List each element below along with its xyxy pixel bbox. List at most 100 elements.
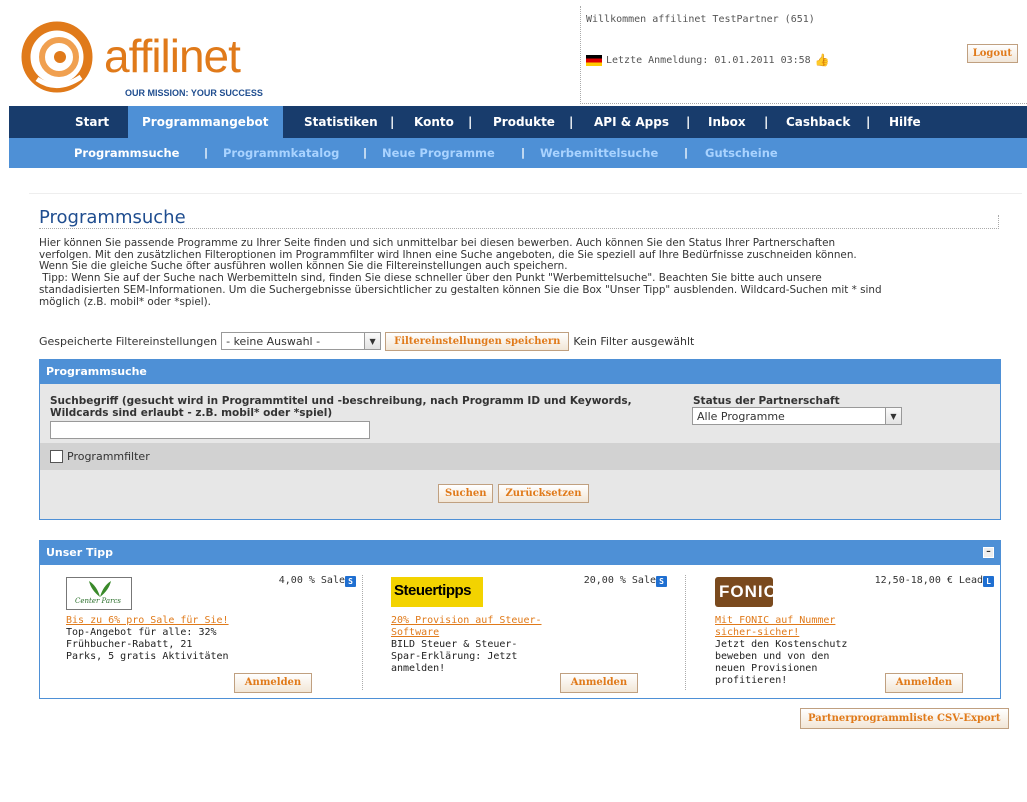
steuertipps-logo-text: Steuertipps bbox=[394, 582, 472, 599]
tip-card: Center Parcs 4,00 % Sale S Bis zu 6% pro … bbox=[66, 575, 356, 693]
tip-link[interactable]: Bis zu 6% pro Sale für Sie! bbox=[66, 615, 229, 627]
tips-panel-header: Unser Tipp – bbox=[40, 541, 1000, 565]
search-button[interactable]: Suchen bbox=[438, 484, 494, 503]
search-term-input[interactable] bbox=[50, 421, 370, 439]
tip-desc-line: BILD Steuer & Steuer- bbox=[391, 639, 518, 650]
tip-price-text: 12,50-18,00 € Lead bbox=[874, 575, 983, 586]
filter-status-text: Kein Filter ausgewählt bbox=[573, 334, 695, 348]
tip-link-line[interactable]: 20% Provision auf Steuer- bbox=[391, 615, 542, 627]
subnav-separator: | bbox=[684, 146, 689, 159]
anmelden-button[interactable]: Anmelden bbox=[234, 673, 312, 693]
nav-separator: | bbox=[686, 115, 691, 129]
lead-badge-icon: L bbox=[983, 576, 994, 587]
program-filter-checkbox[interactable] bbox=[50, 450, 63, 463]
nav-programmangebot[interactable]: Programmangebot bbox=[128, 106, 283, 138]
search-term-label-line: Suchbegriff (gesucht wird in Programmtit… bbox=[50, 395, 632, 407]
subnav-gutscheine[interactable]: Gutscheine bbox=[705, 138, 778, 168]
nav-cashback[interactable]: Cashback bbox=[786, 106, 850, 138]
leaf-icon bbox=[89, 581, 111, 597]
csv-export-button[interactable]: Partnerprogrammliste CSV-Export bbox=[800, 708, 1009, 729]
nav-separator: | bbox=[866, 115, 871, 129]
tip-link-line[interactable]: Software bbox=[391, 627, 542, 639]
nav-produkte[interactable]: Produkte bbox=[493, 106, 555, 138]
center-parcs-logo-text: Center Parcs bbox=[75, 597, 121, 605]
subnav-werbemittelsuche[interactable]: Werbemittelsuche bbox=[540, 138, 658, 168]
anmelden-button[interactable]: Anmelden bbox=[885, 673, 963, 693]
partnership-status-select[interactable]: Alle Programme ▼ bbox=[692, 407, 902, 425]
tip-card: Steuertipps 20,00 % Sale S 20% Provision … bbox=[391, 575, 667, 693]
tips-panel: Unser Tipp – Center Parcs 4,00 % Sale S B… bbox=[39, 540, 1001, 699]
subnav-separator: | bbox=[363, 146, 368, 159]
main-navigation: Start Programmangebot Statistiken | Kont… bbox=[9, 106, 1027, 138]
nav-hilfe[interactable]: Hilfe bbox=[889, 106, 921, 138]
tip-price: 12,50-18,00 € Lead L bbox=[875, 575, 994, 587]
tip-link[interactable]: 20% Provision auf Steuer- Software bbox=[391, 615, 542, 639]
tip-price: 4,00 % Sale S bbox=[279, 575, 356, 587]
program-filter-strip: Programmfilter bbox=[40, 443, 1000, 470]
page-title-row: Programmsuche bbox=[39, 207, 999, 229]
tip-description: Jetzt den Kostenschutz beweben und von d… bbox=[715, 639, 847, 687]
main-content: Programmsuche Hier können Sie passende P… bbox=[29, 193, 1022, 802]
intro-line: möglich (z.B. mobil* oder *spiel). bbox=[39, 295, 211, 308]
logout-button[interactable]: Logout bbox=[966, 44, 1018, 63]
tip-link-line[interactable]: Bis zu 6% pro Sale für Sie! bbox=[66, 615, 229, 627]
center-parcs-logo[interactable]: Center Parcs bbox=[66, 577, 132, 610]
partnership-status-value: Alle Programme bbox=[697, 409, 785, 423]
search-actions: Suchen Zurücksetzen bbox=[438, 484, 589, 503]
subnav-separator: | bbox=[521, 146, 526, 159]
tip-desc-line: profitieren! bbox=[715, 675, 788, 686]
logo-tagline: OUR MISSION: YOUR SUCCESS bbox=[125, 88, 263, 98]
subnav-separator: | bbox=[204, 146, 209, 159]
affilinet-logo[interactable]: affilinet OUR MISSION: YOUR SUCCESS bbox=[19, 21, 279, 98]
sub-navigation: Programmsuche | Programmkatalog | Neue P… bbox=[9, 138, 1027, 168]
partnership-status-label: Status der Partnerschaft bbox=[693, 395, 840, 407]
minus-box-icon[interactable]: – bbox=[983, 547, 994, 558]
saved-filters-select[interactable]: - keine Auswahl - ▼ bbox=[221, 332, 382, 350]
tip-link-line[interactable]: sicher-sicher! bbox=[715, 627, 835, 639]
tip-price-text: 4,00 % Sale bbox=[278, 575, 345, 586]
chevron-down-icon[interactable]: ▼ bbox=[885, 408, 901, 424]
nav-start[interactable]: Start bbox=[75, 106, 109, 138]
tips-panel-title: Unser Tipp bbox=[46, 546, 114, 559]
nav-statistiken[interactable]: Statistiken bbox=[304, 106, 378, 138]
nav-konto[interactable]: Konto bbox=[414, 106, 454, 138]
program-filter-label[interactable]: Programmfilter bbox=[67, 450, 150, 463]
nav-separator: | bbox=[390, 115, 395, 129]
tips-body: Center Parcs 4,00 % Sale S Bis zu 6% pro … bbox=[40, 565, 1000, 698]
tip-desc-line: Jetzt den Kostenschutz bbox=[715, 639, 848, 650]
tip-desc-line: neuen Provisionen bbox=[715, 663, 818, 674]
steuertipps-logo[interactable]: Steuertipps bbox=[391, 577, 483, 607]
page-title: Programmsuche bbox=[39, 207, 190, 228]
nav-inbox[interactable]: Inbox bbox=[708, 106, 746, 138]
logo-wordmark: affilinet bbox=[104, 30, 241, 82]
user-info-box: Willkommen affilinet TestPartner (651) L… bbox=[580, 6, 1027, 104]
reset-button[interactable]: Zurücksetzen bbox=[498, 484, 589, 503]
saved-filters-value: - keine Auswahl - bbox=[226, 334, 321, 348]
nav-separator: | bbox=[569, 115, 574, 129]
tip-link[interactable]: Mit FONIC auf Nummer sicher-sicher! bbox=[715, 615, 835, 639]
subnav-programmsuche[interactable]: Programmsuche bbox=[74, 138, 179, 168]
last-login: Letzte Anmeldung: 01.01.2011 03:58 👍 bbox=[586, 53, 830, 67]
chevron-down-icon[interactable]: ▼ bbox=[364, 333, 381, 349]
last-login-text: Letzte Anmeldung: 01.01.2011 03:58 bbox=[606, 54, 811, 66]
save-filters-button[interactable]: Filtereinstellungen speichern bbox=[385, 331, 570, 351]
sale-badge-icon: S bbox=[656, 576, 667, 587]
fonic-logo[interactable]: FONIC bbox=[715, 577, 776, 607]
tip-card: FONIC 12,50-18,00 € Lead L Mit FONIC auf … bbox=[715, 575, 994, 693]
tip-description: Top-Angebot für alle: 32% Frühbucher-Rab… bbox=[66, 627, 229, 663]
tip-link-line[interactable]: Mit FONIC auf Nummer bbox=[715, 615, 835, 627]
intro-line: standadisierten SEM-Informationen. Um di… bbox=[39, 283, 882, 296]
search-panel: Programmsuche Suchbegriff (gesucht wird … bbox=[39, 359, 1001, 520]
saved-filters-label: Gespeicherte Filtereinstellungen bbox=[39, 334, 218, 348]
intro-text: Hier können Sie passende Programme zu Ih… bbox=[39, 237, 1001, 308]
nav-separator: | bbox=[764, 115, 769, 129]
tip-desc-line: Parks, 5 gratis Aktivitäten bbox=[66, 651, 229, 662]
affilinet-swirl-icon bbox=[21, 21, 93, 93]
search-panel-title: Programmsuche bbox=[40, 360, 1000, 384]
subnav-neue-programme[interactable]: Neue Programme bbox=[382, 138, 495, 168]
subnav-programmkatalog[interactable]: Programmkatalog bbox=[223, 138, 339, 168]
fonic-logo-text: FONIC bbox=[719, 582, 777, 601]
anmelden-button[interactable]: Anmelden bbox=[560, 673, 638, 693]
search-panel-body: Suchbegriff (gesucht wird in Programmtit… bbox=[40, 384, 1000, 519]
nav-api-apps[interactable]: API & Apps bbox=[594, 106, 669, 138]
